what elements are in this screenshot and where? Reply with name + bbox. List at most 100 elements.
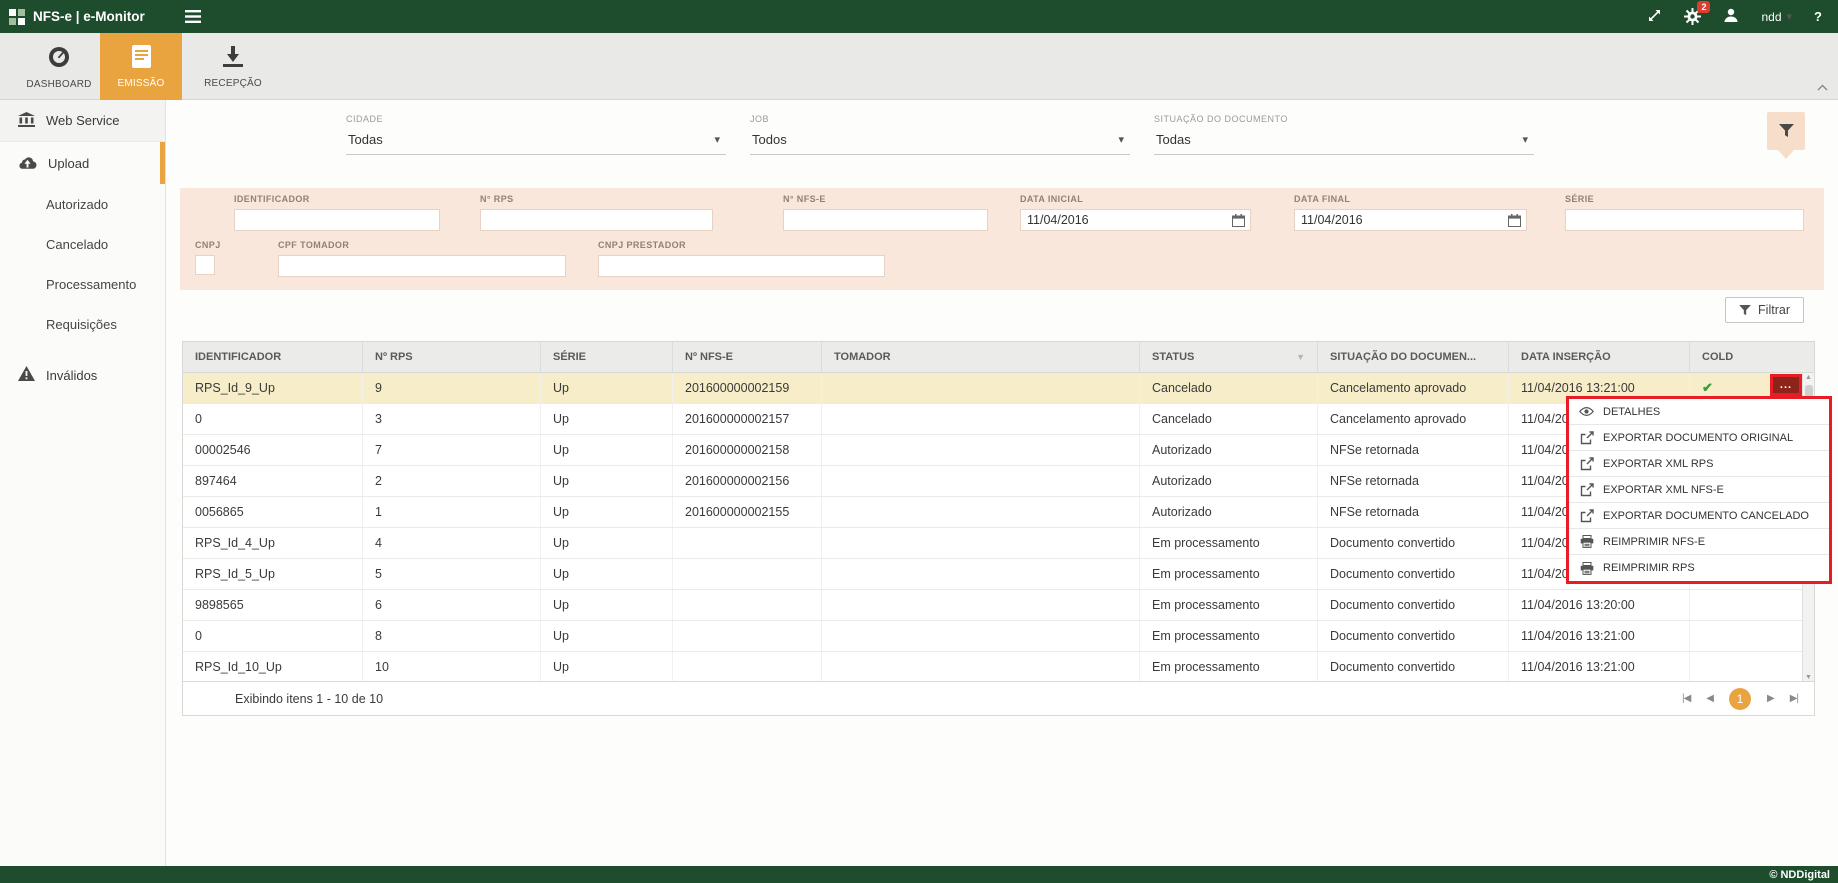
scroll-up-icon[interactable]: ▲ <box>1805 373 1812 383</box>
cell-cold <box>1690 621 1814 651</box>
col-n-rps[interactable]: Nº RPS <box>363 342 541 372</box>
data-final-input[interactable] <box>1295 210 1508 230</box>
settings-gear-icon[interactable]: 2 <box>1684 8 1701 25</box>
cell-identificador: 00002546 <box>183 435 363 465</box>
cpf-tomador-input[interactable] <box>279 256 565 276</box>
cell-situacao: Cancelamento aprovado <box>1318 404 1509 434</box>
tab-label: DASHBOARD <box>26 79 91 90</box>
sort-icon: ▼ <box>1296 342 1305 372</box>
hamburger-menu-icon[interactable] <box>185 10 201 23</box>
tab-dashboard[interactable]: DASHBOARD <box>18 33 100 100</box>
cell-situacao: Documento convertido <box>1318 528 1509 558</box>
col-n-nfse[interactable]: Nº NFS-E <box>673 342 822 372</box>
cell-identificador: 0 <box>183 621 363 651</box>
cell-identificador: 897464 <box>183 466 363 496</box>
first-page-icon[interactable]: |◀ <box>1682 693 1690 704</box>
cell-tomador <box>822 652 1140 682</box>
collapse-tabbar-icon[interactable] <box>1817 79 1828 94</box>
serie-input[interactable] <box>1566 210 1803 230</box>
job-select[interactable]: JOB Todos ▾ <box>750 114 1130 155</box>
col-data-insercao[interactable]: DATA INSERÇÃO <box>1509 342 1690 372</box>
prev-page-icon[interactable]: ◀ <box>1706 693 1713 704</box>
menu-item-exportar-xml-rps[interactable]: EXPORTAR XML RPS <box>1569 451 1829 477</box>
last-page-icon[interactable]: ▶| <box>1790 693 1798 704</box>
calendar-icon[interactable] <box>1232 214 1245 227</box>
cell-situacao: Documento convertido <box>1318 559 1509 589</box>
table-row[interactable]: 9898565 6 Up Em processamento Documento … <box>183 590 1814 621</box>
fullscreen-icon[interactable] <box>1647 8 1662 26</box>
sidebar-item-cancelado[interactable]: Cancelado <box>0 224 165 264</box>
sidebar-item-requisicoes[interactable]: Requisições <box>0 304 165 344</box>
menu-item-exportar-xml-nfse[interactable]: EXPORTAR XML NFS-E <box>1569 477 1829 503</box>
calendar-icon[interactable] <box>1508 214 1521 227</box>
cell-identificador: RPS_Id_5_Up <box>183 559 363 589</box>
cell-tomador <box>822 528 1140 558</box>
col-status[interactable]: STATUS▼ <box>1140 342 1318 372</box>
cell-situacao: Cancelamento aprovado <box>1318 373 1509 403</box>
menu-item-detalhes[interactable]: DETALHES <box>1569 399 1829 425</box>
menu-item-exportar-documento-cancelado[interactable]: EXPORTAR DOCUMENTO CANCELADO <box>1569 503 1829 529</box>
situacao-documento-select[interactable]: SITUAÇÃO DO DOCUMENTO Todas ▾ <box>1154 114 1534 155</box>
sidebar-item-upload[interactable]: Upload <box>0 142 165 184</box>
data-inicial-input[interactable] <box>1021 210 1232 230</box>
table-row[interactable]: 0 8 Up Em processamento Documento conver… <box>183 621 1814 652</box>
tab-emissao[interactable]: EMISSÃO <box>100 33 182 100</box>
tab-label: RECEPÇÃO <box>204 78 262 89</box>
row-actions-button[interactable]: ... <box>1770 374 1802 396</box>
data-final-label: DATA FINAL <box>1294 194 1527 204</box>
sidebar-item-autorizado[interactable]: Autorizado <box>0 184 165 224</box>
menu-item-label: REIMPRIMIR RPS <box>1603 562 1695 574</box>
cnpj-prestador-label: CNPJ PRESTADOR <box>598 240 885 250</box>
cell-tomador <box>822 621 1140 651</box>
ellipsis-icon: ... <box>1780 381 1792 389</box>
menu-item-label: EXPORTAR XML RPS <box>1603 458 1713 470</box>
cidade-select[interactable]: CIDADE Todas ▾ <box>346 114 726 155</box>
sidebar-item-invalidos[interactable]: Inválidos <box>0 354 165 396</box>
filtrar-button[interactable]: Filtrar <box>1725 297 1804 323</box>
menu-item-label: EXPORTAR DOCUMENTO ORIGINAL <box>1603 432 1793 444</box>
module-tab-bar: DASHBOARD EMISSÃO RECEPÇÃO <box>0 33 1838 100</box>
col-situacao[interactable]: SITUAÇÃO DO DOCUMEN... <box>1318 342 1509 372</box>
current-page-button[interactable]: 1 <box>1729 688 1751 710</box>
cell-rps: 2 <box>363 466 541 496</box>
cnpj-checkbox[interactable] <box>195 255 215 275</box>
tab-recepcao[interactable]: RECEPÇÃO <box>192 33 274 100</box>
menu-item-reimprimir-nfse[interactable]: REIMPRIMIR NFS-E <box>1569 529 1829 555</box>
cell-situacao: NFSe retornada <box>1318 435 1509 465</box>
menu-item-reimprimir-rps[interactable]: REIMPRIMIR RPS <box>1569 555 1829 581</box>
sidebar-item-label: Processamento <box>46 277 136 292</box>
pagination: |◀ ◀ 1 ▶ ▶| <box>1682 688 1798 710</box>
cnpj-prestador-input[interactable] <box>599 256 884 276</box>
col-identificador[interactable]: IDENTIFICADOR <box>183 342 363 372</box>
sidebar-item-label: Autorizado <box>46 197 108 212</box>
cell-situacao: Documento convertido <box>1318 621 1509 651</box>
cell-status: Autorizado <box>1140 435 1318 465</box>
username: ndd <box>1761 10 1781 24</box>
col-tomador[interactable]: TOMADOR <box>822 342 1140 372</box>
user-menu[interactable]: ndd ▾ <box>1761 10 1792 24</box>
n-rps-input[interactable] <box>481 210 712 230</box>
identificador-input[interactable] <box>235 210 439 230</box>
sidebar-item-web-service[interactable]: Web Service <box>0 100 165 142</box>
menu-item-exportar-documento-original[interactable]: EXPORTAR DOCUMENTO ORIGINAL <box>1569 425 1829 451</box>
col-serie[interactable]: SÉRIE <box>541 342 673 372</box>
table-row[interactable]: RPS_Id_10_Up 10 Up Em processamento Docu… <box>183 652 1814 683</box>
tab-label: EMISSÃO <box>118 78 165 89</box>
sidebar-item-processamento[interactable]: Processamento <box>0 264 165 304</box>
sidebar: Web Service Upload Autorizado Cancelado … <box>0 100 166 866</box>
cell-situacao: NFSe retornada <box>1318 466 1509 496</box>
next-page-icon[interactable]: ▶ <box>1767 693 1774 704</box>
user-icon[interactable] <box>1723 7 1739 26</box>
cell-serie: Up <box>541 590 673 620</box>
cell-status: Cancelado <box>1140 404 1318 434</box>
menu-item-label: DETALHES <box>1603 406 1660 418</box>
cell-serie: Up <box>541 621 673 651</box>
col-cold[interactable]: COLD <box>1690 342 1814 372</box>
filter-toggle-button[interactable] <box>1767 112 1805 150</box>
n-nfse-input[interactable] <box>784 210 987 230</box>
filter-toggle-tail <box>1778 150 1794 159</box>
filtrar-label: Filtrar <box>1758 303 1790 317</box>
cell-status: Em processamento <box>1140 652 1318 682</box>
help-icon[interactable]: ? <box>1814 9 1822 24</box>
menu-item-label: EXPORTAR DOCUMENTO CANCELADO <box>1603 510 1809 522</box>
